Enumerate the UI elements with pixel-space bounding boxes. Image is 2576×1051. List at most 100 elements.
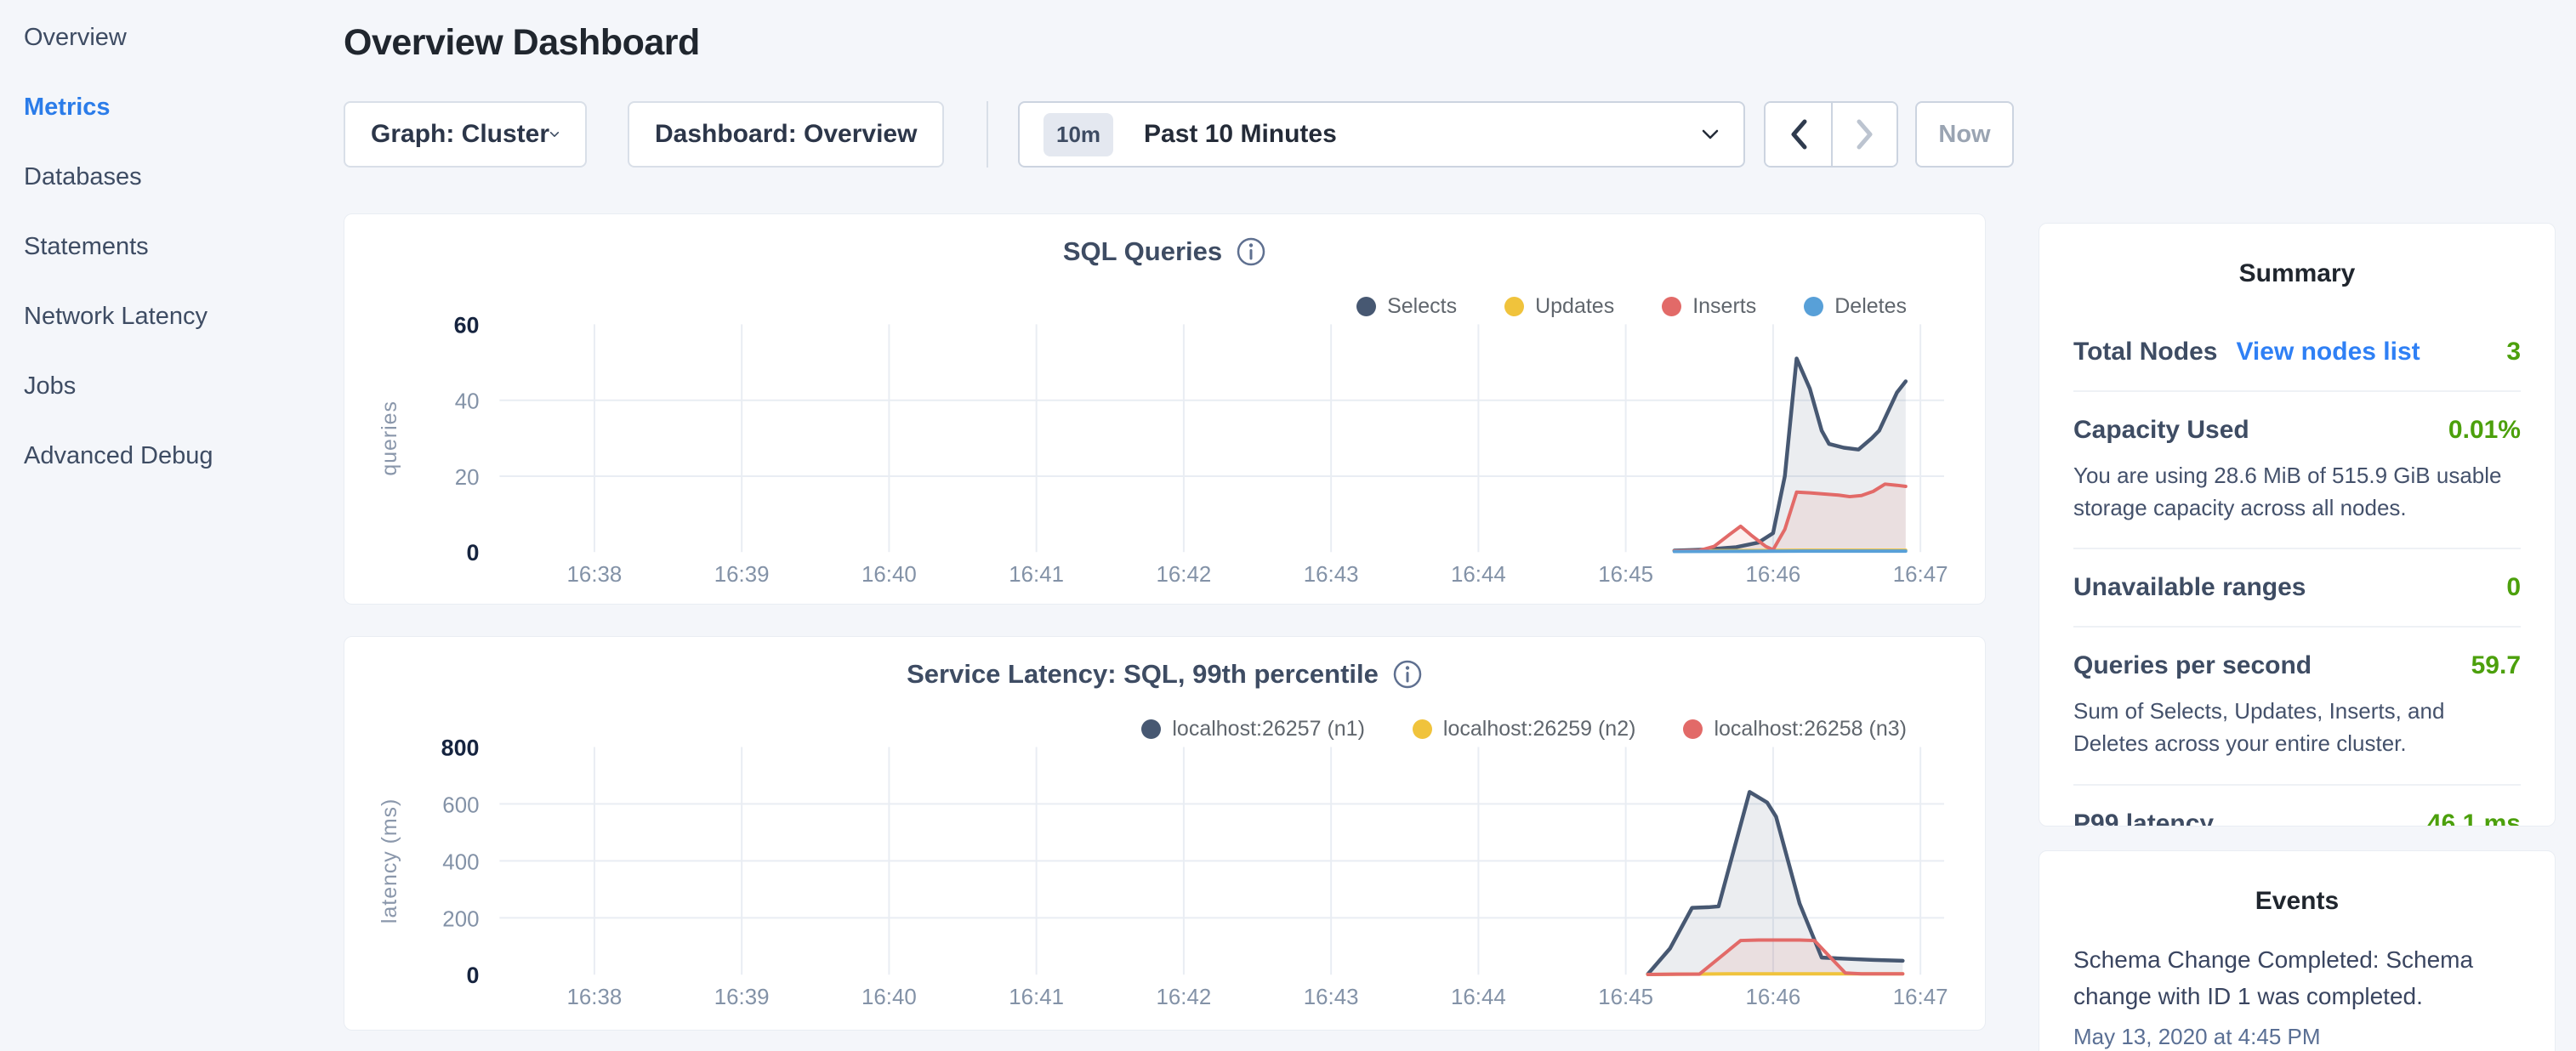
svg-text:16:44: 16:44 [1451,986,1506,1009]
svg-text:16:40: 16:40 [862,986,917,1009]
sidebar-item-databases[interactable]: Databases [24,163,344,191]
svg-text:0: 0 [467,540,480,565]
main-content: Overview Dashboard Graph: Cluster Dashbo… [344,0,2014,1051]
next-time-button[interactable] [1831,103,1896,166]
summary-row-capacity-used: Capacity Used 0.01% You are using 28.6 MiB… [2073,390,2521,548]
info-icon[interactable] [1392,659,1423,690]
svg-text:queries: queries [378,401,401,476]
summary-card: Summary Total Nodes View nodes list 3 Capac… [2039,223,2556,827]
events-title: Events [2073,887,2521,916]
svg-text:16:38: 16:38 [567,563,623,587]
svg-text:16:46: 16:46 [1745,563,1800,587]
sidebar-item-network-latency[interactable]: Network Latency [24,303,344,331]
svg-text:16:45: 16:45 [1598,563,1653,587]
legend-item-localhost-26257-n1: localhost:26257 (n1) [1141,717,1365,741]
chart-legend: localhost:26257 (n1) localhost:26259 (n2)… [1141,717,1907,741]
svg-text:800: 800 [441,735,480,760]
graph-dropdown-label: Graph: Cluster [371,120,549,149]
summary-rows: Total Nodes View nodes list 3 Capacity Used… [2073,314,2521,827]
service-latency-chart-card: Service Latency: SQL, 99th percentile lo… [344,636,1986,1031]
summary-row-label: P99 latency [2073,810,2214,827]
now-button[interactable]: Now [1915,101,2014,168]
legend-dot [1683,719,1703,739]
sidebar-item-overview[interactable]: Overview [24,24,344,52]
controls-divider [987,101,988,168]
summary-row-p99-latency: P99 latency 46.1 ms [2073,784,2521,827]
svg-text:60: 60 [454,312,480,338]
info-icon[interactable] [1236,236,1266,267]
chart-header: SQL Queries [344,236,1985,267]
legend-label: localhost:26257 (n1) [1172,717,1365,741]
prev-time-button[interactable] [1766,103,1831,166]
summary-row-description: You are using 28.6 MiB of 515.9 GiB usab… [2073,460,2521,524]
summary-row-description: Sum of Selects, Updates, Inserts, and De… [2073,696,2521,759]
view-nodes-link[interactable]: View nodes list [2236,338,2420,366]
legend-dot [1356,297,1376,316]
summary-row-value: 0 [2506,573,2521,602]
sidebar-item-advanced-debug[interactable]: Advanced Debug [24,442,344,470]
chart-header: Service Latency: SQL, 99th percentile [344,659,1985,690]
svg-text:16:41: 16:41 [1009,986,1064,1009]
summary-row-head: Total Nodes View nodes list 3 [2073,338,2521,366]
chart-title: Service Latency: SQL, 99th percentile [907,659,1379,690]
time-step-buttons [1764,101,1898,168]
page-title: Overview Dashboard [344,22,2014,64]
event-text: Schema Change Completed: Schema change w… [2073,941,2521,1015]
summary-row-total-nodes: Total Nodes View nodes list 3 [2073,314,2521,390]
legend-item-localhost-26259-n2: localhost:26259 (n2) [1413,717,1636,741]
chevron-down-icon [549,128,560,140]
chart-legend: Selects Updates Inserts Deletes [1356,294,1907,319]
summary-row-value: 46.1 ms [2427,810,2521,827]
time-range-label: Past 10 Minutes [1144,120,1670,149]
legend-item-selects: Selects [1356,294,1457,319]
events-card: Events Schema Change Completed: Schema c… [2039,850,2556,1051]
chart-plot[interactable]: 16:3816:3916:4016:4116:4216:4316:4416:45… [344,214,1985,604]
summary-row-label: Capacity Used [2073,416,2249,445]
svg-text:16:38: 16:38 [567,986,623,1009]
summary-title: Summary [2073,259,2521,288]
summary-row-label: Total Nodes [2073,338,2217,366]
time-range-selector[interactable]: 10m Past 10 Minutes [1018,101,1745,168]
legend-label: localhost:26258 (n3) [1714,717,1907,741]
summary-row-queries-per-second: Queries per second59.7Sum of Selects, Up… [2073,626,2521,783]
svg-text:40: 40 [455,390,480,414]
summary-row-head: P99 latency 46.1 ms [2073,810,2521,827]
sidebar-item-statements[interactable]: Statements [24,233,344,261]
svg-text:16:44: 16:44 [1451,563,1506,587]
svg-text:16:42: 16:42 [1157,563,1212,587]
summary-row-value: 0.01% [2448,416,2521,445]
svg-text:16:47: 16:47 [1893,563,1948,587]
sidebar-item-metrics[interactable]: Metrics [24,94,344,122]
controls-bar: Graph: Cluster Dashboard: Overview 10m P… [344,101,2014,168]
legend-label: Selects [1387,294,1457,319]
svg-text:400: 400 [442,850,479,874]
legend-label: Updates [1535,294,1614,319]
graph-dropdown[interactable]: Graph: Cluster [344,101,587,168]
event-timestamp: May 13, 2020 at 4:45 PM [2073,1024,2521,1050]
right-panel: Summary Total Nodes View nodes list 3 Capac… [2014,0,2576,1051]
legend-item-inserts: Inserts [1662,294,1756,319]
summary-row-head: Capacity Used 0.01% [2073,416,2521,445]
chart-plot[interactable]: 16:3816:3916:4016:4116:4216:4316:4416:45… [344,637,1985,1030]
time-range-badge: 10m [1043,113,1113,156]
chevron-right-icon [1855,118,1875,151]
legend-item-deletes: Deletes [1804,294,1907,319]
svg-text:200: 200 [442,907,479,931]
svg-text:600: 600 [442,793,479,817]
events-list: Schema Change Completed: Schema change w… [2073,941,2521,1050]
sidebar-nav: Overview Metrics Databases Statements Networ… [0,0,344,1051]
legend-dot [1662,297,1681,316]
event-item: Schema Change Completed: Schema change w… [2073,941,2521,1050]
summary-row-head: Unavailable ranges0 [2073,573,2521,602]
chart-title: SQL Queries [1063,236,1222,267]
dashboard-dropdown[interactable]: Dashboard: Overview [628,101,944,168]
svg-text:16:40: 16:40 [862,563,917,587]
legend-item-updates: Updates [1504,294,1614,319]
legend-label: Inserts [1692,294,1756,319]
legend-dot [1804,297,1823,316]
svg-text:16:45: 16:45 [1598,986,1653,1009]
summary-row-value: 3 [2506,338,2521,366]
sidebar-item-jobs[interactable]: Jobs [24,372,344,401]
svg-text:0: 0 [467,963,480,988]
legend-dot [1504,297,1524,316]
